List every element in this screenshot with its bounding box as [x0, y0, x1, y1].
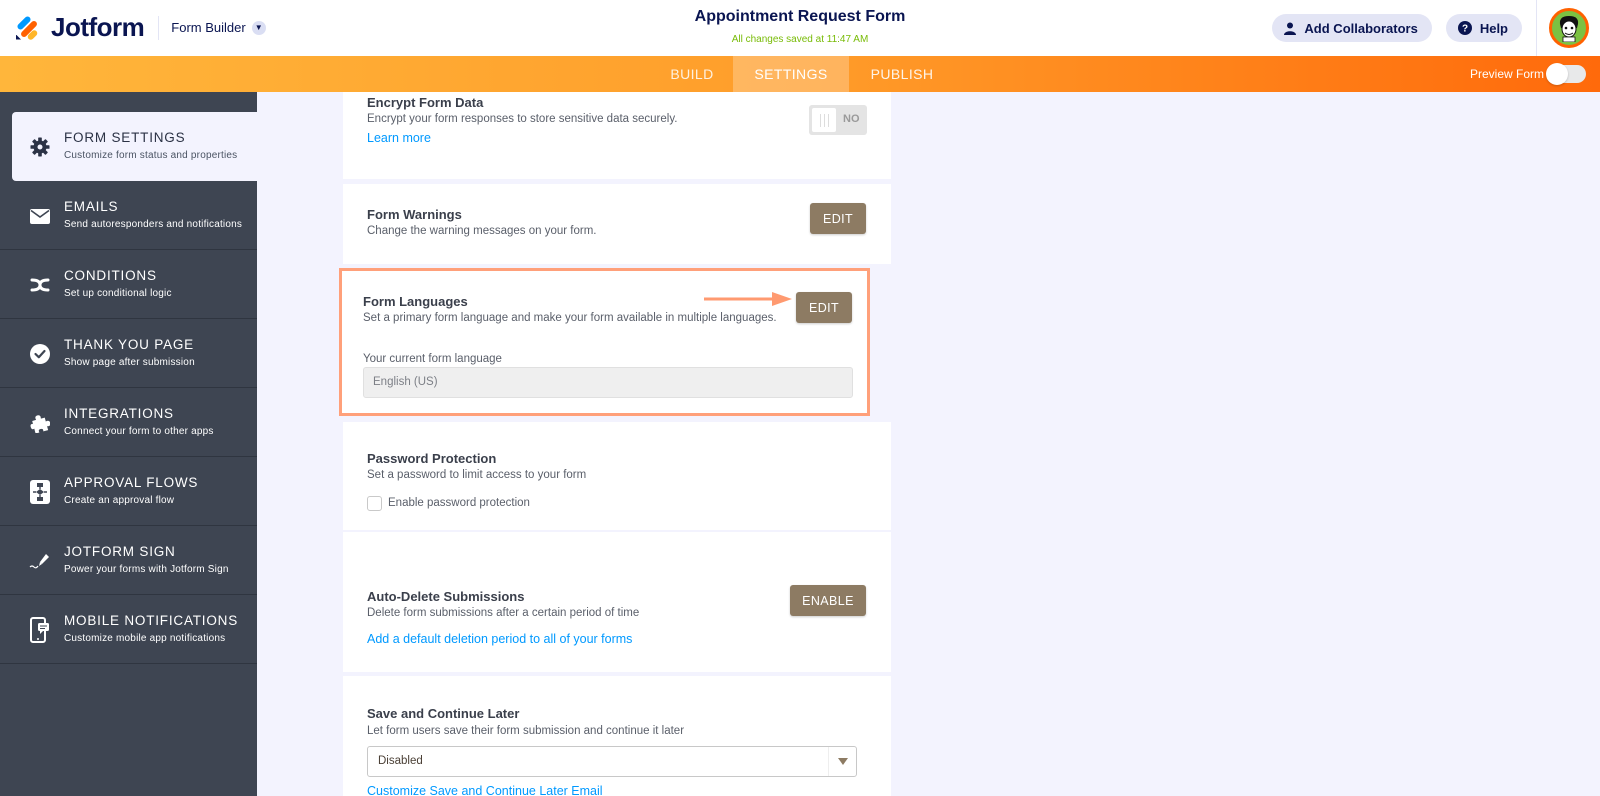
encrypt-form-data-card: Encrypt Form Data Encrypt your form resp… [343, 92, 891, 179]
sidebar-item-subtitle: Customize form status and properties [64, 150, 238, 161]
save-continue-card: Save and Continue Later Let form users s… [343, 676, 891, 796]
toggle-handle-icon [812, 108, 836, 132]
saved-status: All changes saved at 11:47 AM [731, 34, 869, 45]
sidebar-item-title: MOBILE NOTIFICATIONS [64, 613, 239, 628]
sidebar-item-conditions[interactable]: CONDITIONS Set up conditional logic [0, 250, 257, 319]
puzzle-icon [29, 412, 51, 434]
default-deletion-link[interactable]: Add a default deletion period to all of … [367, 632, 632, 646]
form-warnings-card: Form Warnings Change the warning message… [343, 184, 891, 264]
sidebar-item-subtitle: Create an approval flow [64, 495, 175, 506]
form-builder-label: Form Builder [171, 20, 246, 35]
avatar[interactable] [1548, 8, 1589, 48]
current-language-field: English (US) [363, 367, 853, 398]
sidebar-item-thank-you-page[interactable]: THANK YOU PAGE Show page after submissio… [0, 319, 257, 388]
select-value: Disabled [378, 755, 423, 767]
check-circle-icon [29, 343, 51, 365]
header-actions: Add Collaborators ? Help [1272, 0, 1600, 56]
gear-icon [29, 136, 51, 158]
learn-more-link[interactable]: Learn more [367, 131, 431, 145]
sidebar-item-subtitle: Set up conditional logic [64, 288, 172, 299]
sidebar-item-form-settings[interactable]: FORM SETTINGS Customize form status and … [12, 112, 257, 181]
tab-build[interactable]: BUILD [651, 56, 733, 92]
form-languages-card: Form Languages Set a primary form langua… [339, 268, 870, 416]
add-collaborators-button[interactable]: Add Collaborators [1272, 14, 1432, 42]
password-title: Password Protection [367, 451, 497, 466]
encrypt-description: Encrypt your form responses to store sen… [367, 113, 678, 125]
auto-delete-card: Auto-Delete Submissions Delete form subm… [343, 532, 891, 672]
help-button[interactable]: ? Help [1445, 14, 1522, 42]
password-protection-card: Password Protection Set a password to li… [343, 422, 891, 530]
encrypt-title: Encrypt Form Data [367, 95, 484, 110]
add-collaborators-label: Add Collaborators [1304, 20, 1418, 36]
sidebar-item-title: JOTFORM SIGN [64, 544, 176, 559]
form-title-area: Appointment Request Form All changes sav… [600, 8, 1000, 45]
sidebar-item-subtitle: Power your forms with Jotform Sign [64, 564, 229, 575]
tab-settings[interactable]: SETTINGS [733, 56, 849, 92]
warnings-title: Form Warnings [367, 207, 462, 222]
tab-publish[interactable]: PUBLISH [849, 56, 955, 92]
sidebar-item-title: FORM SETTINGS [64, 130, 186, 145]
toggle-knob [1546, 63, 1568, 85]
mobile-message-icon [29, 617, 51, 643]
save-continue-description: Let form users save their form submissio… [367, 725, 685, 737]
encrypt-toggle[interactable]: NO [809, 105, 867, 135]
nav-tabs: BUILD SETTINGS PUBLISH [651, 56, 955, 92]
sidebar-item-title: EMAILS [64, 199, 119, 214]
top-header: Jotform Form Builder ▼ Appointment Reque… [0, 0, 1600, 56]
arrow-pointer-icon [704, 292, 792, 306]
languages-title: Form Languages [363, 294, 468, 309]
languages-edit-button[interactable]: EDIT [796, 292, 852, 323]
pen-sign-icon [29, 550, 51, 572]
preview-form-control: Preview Form [1470, 56, 1586, 92]
help-icon: ? [1457, 21, 1472, 35]
sidebar-item-subtitle: Connect your form to other apps [64, 426, 214, 437]
auto-delete-description: Delete form submissions after a certain … [367, 607, 640, 619]
flowchart-icon [29, 480, 51, 504]
main-nav-bar: BUILD SETTINGS PUBLISH Preview Form [0, 56, 1600, 92]
sidebar-item-title: CONDITIONS [64, 268, 157, 283]
sidebar-item-emails[interactable]: EMAILS Send autoresponders and notificat… [0, 181, 257, 250]
preview-form-toggle[interactable] [1546, 63, 1586, 85]
encrypt-toggle-label: NO [843, 113, 860, 125]
logo-text: Jotform [51, 12, 145, 42]
envelope-icon [29, 205, 51, 227]
warnings-edit-button[interactable]: EDIT [810, 203, 866, 234]
form-title[interactable]: Appointment Request Form [600, 8, 1000, 26]
customize-email-link[interactable]: Customize Save and Continue Later Email [367, 784, 603, 796]
password-description: Set a password to limit access to your f… [367, 469, 587, 481]
warnings-description: Change the warning messages on your form… [367, 225, 597, 237]
svg-text:?: ? [1462, 24, 1468, 35]
sidebar-item-approval-flows[interactable]: APPROVAL FLOWS Create an approval flow [0, 457, 257, 526]
sidebar-item-subtitle: Show page after submission [64, 357, 195, 368]
sidebar-item-mobile-notifications[interactable]: MOBILE NOTIFICATIONS Customize mobile ap… [0, 595, 257, 664]
settings-sidebar: FORM SETTINGS Customize form status and … [0, 92, 257, 796]
sidebar-item-title: THANK YOU PAGE [64, 337, 194, 352]
divider [158, 15, 160, 40]
settings-panel: Encrypt Form Data Encrypt your form resp… [339, 92, 891, 796]
preview-form-label: Preview Form [1469, 67, 1544, 81]
sidebar-item-subtitle: Customize mobile app notifications [64, 633, 226, 644]
avatar-container [1536, 0, 1600, 56]
shuffle-icon [29, 274, 51, 296]
enable-password-label[interactable]: Enable password protection [388, 497, 530, 509]
sidebar-item-integrations[interactable]: INTEGRATIONS Connect your form to other … [0, 388, 257, 457]
sidebar-item-title: INTEGRATIONS [64, 406, 174, 421]
auto-delete-title: Auto-Delete Submissions [367, 589, 525, 604]
auto-delete-enable-button[interactable]: ENABLE [790, 585, 866, 616]
enable-password-checkbox[interactable] [367, 496, 382, 511]
sidebar-item-jotform-sign[interactable]: JOTFORM SIGN Power your forms with Jotfo… [0, 526, 257, 595]
jotform-logo[interactable]: Jotform Form Builder ▼ [15, 12, 266, 43]
save-continue-title: Save and Continue Later [367, 706, 520, 721]
dropdown-arrow-icon [828, 747, 856, 776]
user-icon [1284, 22, 1297, 35]
save-continue-select[interactable]: Disabled [367, 746, 857, 777]
help-label: Help [1479, 20, 1508, 36]
jotform-logo-icon [15, 14, 41, 41]
sidebar-item-subtitle: Send autoresponders and notifications [64, 219, 243, 230]
form-builder-dropdown[interactable]: Form Builder ▼ [171, 20, 266, 35]
chevron-down-icon: ▼ [251, 20, 266, 35]
languages-description: Set a primary form language and make you… [363, 312, 777, 324]
sidebar-item-title: APPROVAL FLOWS [64, 475, 199, 490]
current-language-label: Your current form language [363, 353, 502, 365]
